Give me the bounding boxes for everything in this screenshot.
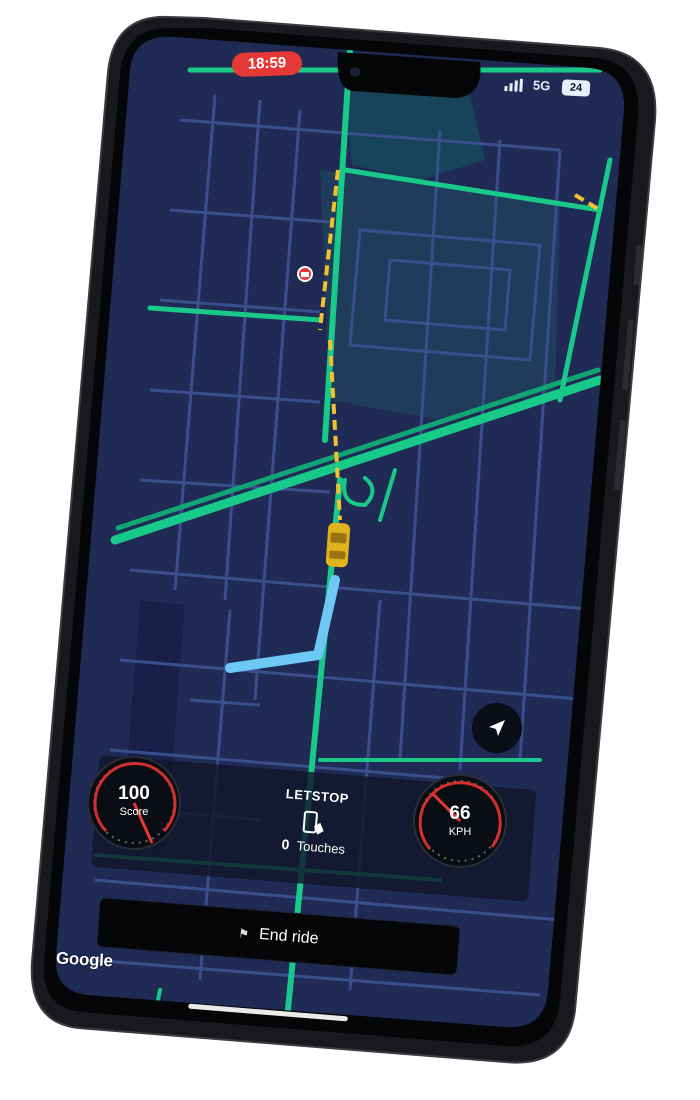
score-unit: Score bbox=[119, 806, 149, 818]
screenshot-stage: 18:59 5G 24 LETSTOP 0 Touches 100 Score … bbox=[0, 0, 700, 1100]
score-value: 100 bbox=[118, 783, 150, 804]
map-view[interactable] bbox=[40, 30, 640, 1040]
park-area bbox=[320, 170, 560, 420]
google-attribution: Google bbox=[55, 948, 114, 971]
water-area bbox=[345, 85, 485, 180]
phone-touch-icon bbox=[302, 810, 324, 835]
status-time: 18:59 bbox=[231, 50, 303, 78]
navigation-arrow-icon bbox=[489, 720, 505, 736]
locate-button[interactable] bbox=[472, 703, 522, 753]
speed-unit: KPH bbox=[448, 826, 472, 838]
end-ride-label: End ride bbox=[258, 925, 320, 948]
car-marker-icon bbox=[325, 522, 351, 568]
network-type: 5G bbox=[532, 77, 551, 94]
speed-value: 66 bbox=[449, 803, 471, 824]
score-gauge: 100 Score bbox=[86, 755, 182, 851]
battery-indicator: 24 bbox=[561, 79, 591, 97]
speed-gauge: 66 KPH bbox=[412, 773, 508, 869]
cinema-icon[interactable] bbox=[295, 264, 315, 284]
touches-count: 0 bbox=[281, 835, 291, 853]
checkered-flag-icon: ⚑ bbox=[237, 926, 250, 942]
